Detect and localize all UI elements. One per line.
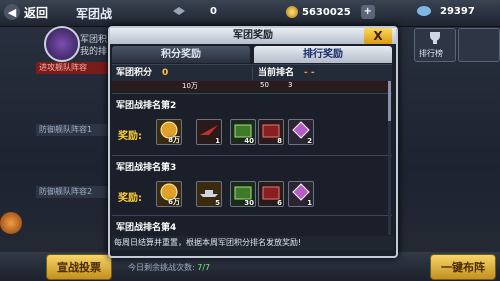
rewards-label: 奖励:: [118, 131, 142, 142]
points-info-bar: 军团积分 0 当前排名 - -: [112, 64, 392, 82]
partial-qty: 10万: [182, 82, 198, 90]
remaining-challenges: 今日剩余挑战次数: 7/7: [128, 262, 210, 273]
row-divider: [112, 93, 392, 94]
list-scrollbar[interactable]: [388, 81, 391, 235]
item-qty: 1: [215, 137, 220, 145]
dialog-title: 军团奖励: [110, 28, 396, 44]
trophy-icon: [430, 32, 440, 44]
add-coins-button[interactable]: +: [360, 5, 375, 19]
list-item: 10万 50 3: [112, 81, 392, 91]
rank-title: 军团战排名第4: [116, 223, 177, 233]
item-qty: 6万: [168, 198, 180, 206]
my-rank-label: 我的排: [80, 47, 108, 57]
item-qty: 8万: [168, 136, 180, 144]
reward-footer-note: 每周日结算并重置，根据本周军团积分排名发放奖励!: [112, 236, 394, 250]
side-panel-button[interactable]: [458, 28, 500, 62]
reward-item[interactable]: 8万: [156, 119, 182, 145]
partial-qty: 3: [288, 81, 293, 89]
row-divider: [112, 155, 392, 156]
rank-title: 军团战排名第3: [116, 163, 177, 173]
defense-fleet-2-tab[interactable]: 防御舰队阵容2: [36, 186, 113, 198]
page-title: 军团战: [76, 7, 113, 21]
legion-emblem-icon[interactable]: [44, 26, 80, 62]
resource-a: 0: [172, 5, 217, 17]
legion-reward-dialog: 军团奖励 X 积分奖励 排行奖励 军团积分 0 当前排名 - - 10万 50 …: [108, 26, 398, 258]
wing-emblem-icon: [173, 7, 185, 15]
rank-reward-list[interactable]: 10万 50 3 军团战排名第2 奖励: 8万 1 40 8 2 军团战排名第3…: [112, 81, 392, 235]
item-qty: 8: [277, 137, 282, 145]
reward-item[interactable]: 5: [196, 181, 222, 207]
coin-value: 5630025: [302, 6, 351, 18]
gem-icon: [417, 6, 431, 16]
remaining-challenges-label: 今日剩余挑战次数:: [128, 263, 195, 272]
coin-icon: [286, 6, 298, 18]
attack-fleet-tab[interactable]: 进攻舰队阵容: [36, 62, 113, 74]
reward-item[interactable]: 6: [258, 181, 284, 207]
tab-points-reward[interactable]: 积分奖励: [112, 46, 250, 63]
reward-item[interactable]: 8: [258, 119, 284, 145]
ranking-button[interactable]: 排行榜: [414, 28, 456, 62]
ranking-label: 排行榜: [419, 49, 443, 58]
item-qty: 6: [277, 199, 282, 207]
defense-fleet-1-tab[interactable]: 防御舰队阵容1: [36, 124, 113, 136]
item-qty: 30: [244, 199, 254, 207]
points-value: 0: [162, 68, 169, 78]
back-label: 返回: [24, 5, 49, 20]
divider: [252, 66, 253, 80]
auto-deploy-button[interactable]: 一键布阵: [430, 254, 496, 280]
partial-qty: 50: [260, 81, 269, 89]
reward-item[interactable]: 40: [230, 119, 256, 145]
reward-item[interactable]: 1: [196, 119, 222, 145]
item-qty: 5: [215, 199, 220, 207]
gem-counter: 29397: [416, 5, 475, 17]
back-button[interactable]: ◀ 返回: [4, 3, 48, 21]
row-divider: [112, 215, 392, 216]
current-rank-label: 当前排名: [258, 68, 295, 78]
reward-item[interactable]: 2: [288, 119, 314, 145]
back-arrow-icon: ◀: [4, 4, 20, 20]
reward-item[interactable]: 30: [230, 181, 256, 207]
reward-item[interactable]: 6万: [156, 181, 182, 207]
item-qty: 40: [244, 137, 254, 145]
close-button[interactable]: X: [364, 28, 392, 44]
remaining-challenges-value: 7/7: [197, 263, 211, 272]
reward-item[interactable]: 1: [288, 181, 314, 207]
resource-a-value: 0: [210, 5, 217, 17]
tab-rank-reward[interactable]: 排行奖励: [254, 46, 392, 63]
rank-title: 军团战排名第2: [116, 101, 177, 111]
item-qty: 2: [307, 137, 312, 145]
scrollbar-thumb[interactable]: [388, 81, 391, 121]
side-shortcut-icon[interactable]: [0, 212, 22, 234]
current-rank-value: - -: [304, 68, 315, 78]
item-qty: 1: [307, 199, 312, 207]
declare-war-vote-button[interactable]: 宣战投票: [46, 254, 112, 280]
coin-counter: 5630025 +: [286, 5, 375, 19]
gem-value: 29397: [440, 5, 475, 17]
rewards-label: 奖励:: [118, 193, 142, 204]
points-label: 军团积分: [116, 68, 153, 78]
